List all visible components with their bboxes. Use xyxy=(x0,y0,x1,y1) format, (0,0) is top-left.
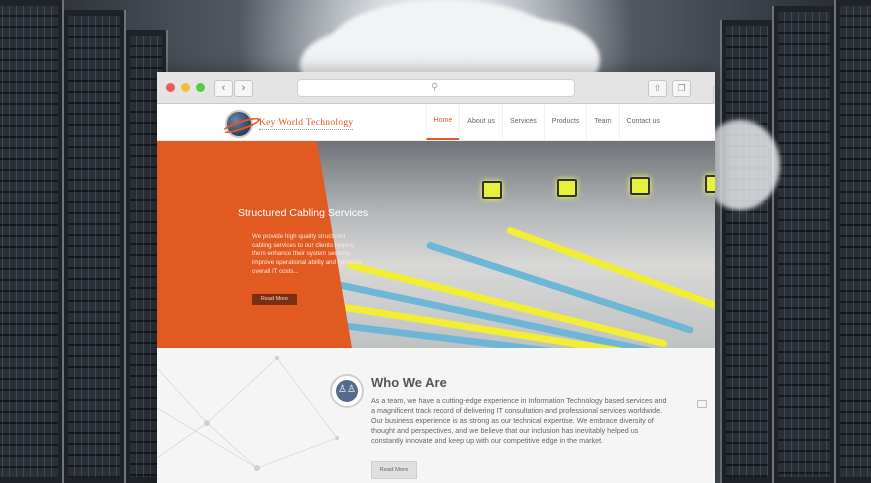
main-nav: Home About us Services Products Team Con… xyxy=(425,104,667,140)
about-read-more-button[interactable]: Read More xyxy=(371,461,417,479)
share-icon[interactable]: ⇧ xyxy=(648,80,667,97)
forward-button[interactable]: › xyxy=(234,80,253,97)
team-icon: ♙♙ xyxy=(330,374,364,408)
lit-port xyxy=(705,175,715,193)
back-button[interactable]: ‹ xyxy=(214,80,233,97)
section-text: As a team, we have a cutting-edge experi… xyxy=(371,396,667,445)
network-pattern xyxy=(157,356,339,471)
browser-window: ‹ › ⚲ ⇧ ❐ + Key World Technology Home Ab… xyxy=(157,72,715,483)
people-icon: ♙♙ xyxy=(338,384,356,395)
nav-home[interactable]: Home xyxy=(425,104,460,140)
address-bar[interactable]: ⚲ xyxy=(297,79,575,97)
search-icon: ⚲ xyxy=(431,82,439,93)
globe-logo-icon xyxy=(225,110,253,138)
fiber-cables-photo xyxy=(307,141,715,348)
tabs-icon[interactable]: ❐ xyxy=(672,80,691,97)
server-rack xyxy=(772,6,836,483)
lit-port xyxy=(557,179,577,197)
server-rack xyxy=(834,0,871,483)
browser-toolbar: ‹ › ⚲ ⇧ ❐ + xyxy=(157,72,715,105)
chat-icon[interactable] xyxy=(697,400,707,408)
nav-about-us[interactable]: About us xyxy=(459,104,502,140)
close-window-button[interactable] xyxy=(166,83,175,92)
server-rack xyxy=(720,20,774,483)
lit-port xyxy=(482,181,502,199)
hero-title: Structured Cabling Services xyxy=(238,207,369,219)
logo[interactable]: Key World Technology xyxy=(225,110,354,138)
server-rack xyxy=(62,10,126,483)
server-rack xyxy=(0,0,64,483)
nav-contact-us[interactable]: Contact us xyxy=(618,104,667,140)
minimize-window-button[interactable] xyxy=(181,83,190,92)
section-title: Who We Are xyxy=(371,375,447,390)
nav-products[interactable]: Products xyxy=(543,104,587,140)
logo-text: Key World Technology xyxy=(259,118,354,130)
site-header: Key World Technology Home About us Servi… xyxy=(157,104,715,141)
hero-read-more-button[interactable]: Read More xyxy=(252,294,297,305)
hero-description: We provide high quality structured cabli… xyxy=(252,233,363,275)
nav-team[interactable]: Team xyxy=(586,104,618,140)
who-we-are-section: ♙♙ Who We Are As a team, we have a cutti… xyxy=(157,348,715,483)
lit-port xyxy=(630,177,650,195)
hero-slider: Structured Cabling Services We provide h… xyxy=(157,141,715,348)
maximize-window-button[interactable] xyxy=(196,83,205,92)
new-tab-button[interactable]: + xyxy=(713,86,715,105)
nav-services[interactable]: Services xyxy=(501,104,544,140)
